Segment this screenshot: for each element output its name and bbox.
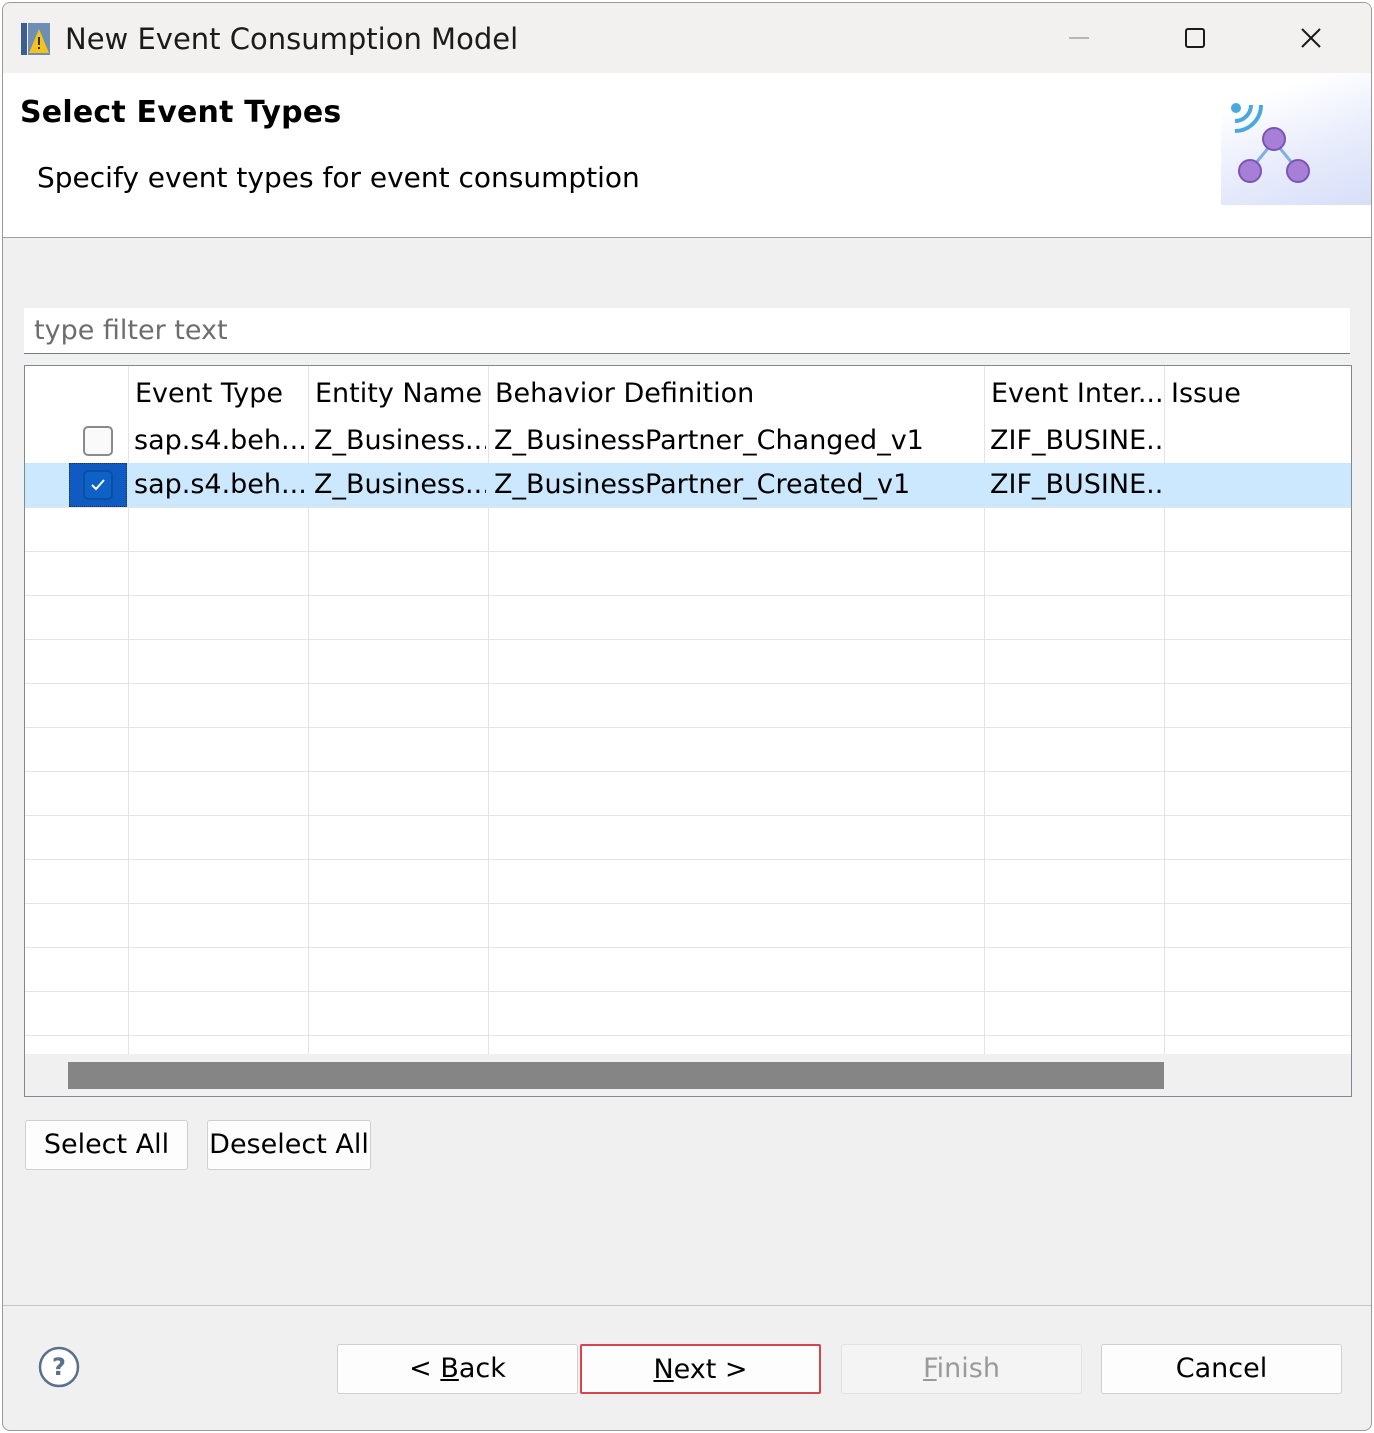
finish-button[interactable]: Finish bbox=[841, 1344, 1082, 1394]
wizard-header: Select Event Types Specify event types f… bbox=[3, 73, 1371, 238]
grid-line bbox=[25, 595, 1351, 596]
eclipse-app-icon bbox=[21, 23, 50, 55]
next-button-label: ext > bbox=[673, 1354, 748, 1385]
maximize-icon bbox=[1185, 28, 1205, 48]
svg-text:?: ? bbox=[52, 1353, 66, 1381]
cancel-button[interactable]: Cancel bbox=[1101, 1344, 1342, 1394]
deselect-all-button[interactable]: Deselect All bbox=[207, 1120, 371, 1170]
cell-behavior-definition: Z_BusinessPartner_Changed_v1 bbox=[494, 425, 924, 456]
row-checkbox[interactable] bbox=[83, 426, 113, 456]
grid-line bbox=[25, 815, 1351, 816]
wizard-banner bbox=[1221, 73, 1371, 205]
finish-button-label: inish bbox=[936, 1353, 1000, 1384]
maximize-button[interactable] bbox=[1137, 3, 1253, 73]
cell-issue bbox=[1170, 463, 1342, 507]
close-button[interactable] bbox=[1253, 3, 1369, 73]
grid-line bbox=[25, 991, 1351, 992]
help-icon[interactable]: ? bbox=[38, 1346, 80, 1388]
column-header-behavior-definition[interactable]: Behavior Definition bbox=[495, 374, 981, 414]
footer-separator bbox=[3, 1305, 1371, 1306]
table-row-selected[interactable]: sap.s4.beh.... Z_Business... Z_BusinessP… bbox=[25, 463, 1351, 507]
cell-issue bbox=[1170, 419, 1342, 463]
page-title: Select Event Types bbox=[20, 95, 342, 130]
event-network-icon bbox=[1231, 103, 1310, 183]
table-row[interactable]: sap.s4.beh.... Z_Business... Z_BusinessP… bbox=[25, 419, 1351, 463]
grid-line bbox=[25, 903, 1351, 904]
page-description: Specify event types for event consumptio… bbox=[37, 161, 640, 194]
column-header-event-type[interactable]: Event Type bbox=[135, 374, 305, 414]
next-button-mnemonic: N bbox=[653, 1354, 674, 1385]
grid-line bbox=[25, 859, 1351, 860]
grid-line bbox=[25, 551, 1351, 552]
grid-line bbox=[25, 507, 1351, 508]
window-title: New Event Consumption Model bbox=[65, 22, 519, 56]
cell-event-interface: ZIF_BUSINE... bbox=[990, 425, 1162, 456]
grid-line bbox=[25, 771, 1351, 772]
cell-event-type: sap.s4.beh.... bbox=[134, 425, 306, 456]
back-button[interactable]: < Back bbox=[337, 1344, 578, 1394]
event-types-table[interactable]: Event Type Entity Name Behavior Definiti… bbox=[24, 365, 1352, 1097]
back-button-prefix: < bbox=[409, 1353, 441, 1384]
select-all-button[interactable]: Select All bbox=[25, 1120, 188, 1170]
dialog-window: New Event Consumption Model Select Event… bbox=[2, 2, 1372, 1431]
grid-line bbox=[25, 727, 1351, 728]
cell-entity-name: Z_Business... bbox=[314, 425, 486, 456]
filter-field-container bbox=[24, 308, 1350, 354]
minimize-button[interactable] bbox=[1021, 3, 1137, 73]
grid-line bbox=[25, 683, 1351, 684]
grid-line bbox=[25, 1035, 1351, 1036]
scrollbar-thumb[interactable] bbox=[68, 1062, 1164, 1089]
cell-entity-name: Z_Business... bbox=[314, 469, 486, 500]
column-header-event-interface[interactable]: Event Inter... bbox=[991, 374, 1161, 414]
column-header-issue[interactable]: Issue bbox=[1171, 374, 1341, 414]
horizontal-scrollbar[interactable] bbox=[25, 1054, 1351, 1096]
finish-button-mnemonic: F bbox=[923, 1353, 937, 1384]
minimize-icon bbox=[1069, 37, 1089, 39]
back-button-mnemonic: B bbox=[440, 1353, 459, 1384]
close-icon bbox=[1301, 28, 1321, 48]
cell-behavior-definition: Z_BusinessPartner_Created_v1 bbox=[494, 469, 911, 500]
row-checkbox-checked[interactable] bbox=[83, 470, 113, 500]
back-button-label: ack bbox=[458, 1353, 506, 1384]
filter-input[interactable] bbox=[24, 308, 1350, 353]
title-bar: New Event Consumption Model bbox=[3, 3, 1371, 73]
next-button[interactable]: Next > bbox=[580, 1344, 821, 1394]
column-header-entity-name[interactable]: Entity Name bbox=[315, 374, 485, 414]
grid-line bbox=[25, 639, 1351, 640]
cell-event-interface: ZIF_BUSINE... bbox=[990, 469, 1162, 500]
cell-event-type: sap.s4.beh.... bbox=[134, 469, 306, 500]
grid-line bbox=[25, 947, 1351, 948]
checkmark-icon bbox=[91, 479, 105, 491]
